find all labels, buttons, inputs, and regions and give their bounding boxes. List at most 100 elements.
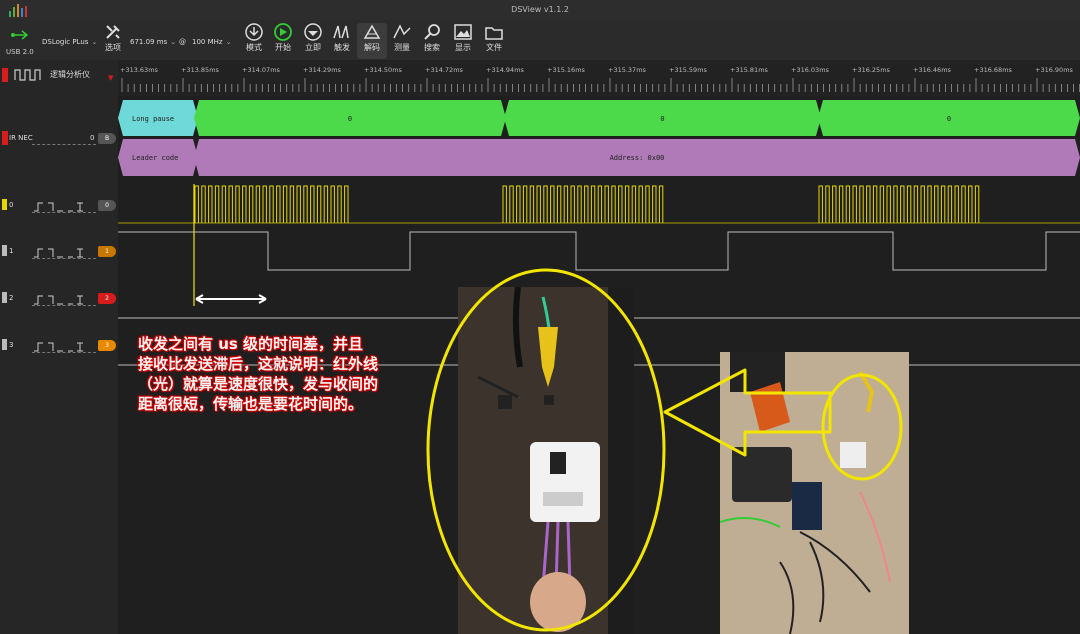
analyzer-marker [2, 68, 8, 82]
ruler-label: +313.85ms [181, 66, 219, 74]
play-icon [274, 23, 292, 41]
file-button[interactable]: 文件 [479, 23, 509, 59]
title-bar: DSView v1.1.2 [0, 0, 1080, 20]
chevron-down-icon: ⌄ [170, 38, 177, 46]
channel-trigger-badge[interactable]: 1 [98, 246, 116, 257]
ruler-label: +315.16ms [547, 66, 585, 74]
toolbar: USB 2.0 DSLogic PLus ⌄ 选项 671.09 ms ⌄ @ 10… [0, 20, 1080, 61]
channel-trigger-badge[interactable]: 0 [98, 200, 116, 211]
channel-marker [2, 199, 7, 210]
delay-measure-arrow [195, 294, 267, 304]
channel-index: 1 [9, 247, 14, 255]
instant-label: 立即 [305, 43, 321, 52]
search-label: 搜索 [424, 43, 440, 52]
ruler-label: +314.50ms [364, 66, 402, 74]
decoder-channel: 0 [90, 134, 95, 142]
mode-button[interactable]: 模式 [239, 23, 269, 59]
channel-index: 2 [9, 294, 14, 302]
decoder-badge[interactable]: B [98, 133, 116, 144]
ruler-label: +314.94ms [486, 66, 524, 74]
display-label: 显示 [455, 43, 471, 52]
search-button[interactable]: 搜索 [417, 23, 447, 59]
trigger-edge-icon[interactable] [33, 244, 95, 263]
image-icon [454, 24, 472, 40]
channel-underline [32, 305, 96, 306]
wrench-icon [106, 25, 120, 39]
channel-index: 3 [9, 341, 14, 349]
decode-button[interactable]: 解码 [357, 23, 387, 59]
collapse-arrow-icon[interactable]: ▼ [108, 74, 113, 82]
decode-icon [363, 24, 381, 39]
chevron-down-icon: ⌄ [225, 38, 232, 46]
trigger-icon [333, 25, 349, 39]
sample-depth-select[interactable]: 671.09 ms ⌄ [130, 35, 176, 49]
channel-0-burst [502, 185, 664, 223]
trigger-edge-icon[interactable] [33, 338, 95, 357]
ruler-label: +316.90ms [1035, 66, 1073, 74]
channel-marker [2, 245, 7, 256]
decoder-marker [2, 131, 8, 145]
analyzer-label: 逻辑分析仪 [50, 70, 90, 79]
channel-trigger-badge[interactable]: 3 [98, 340, 116, 351]
photo-receiver-module [458, 287, 634, 634]
at-sign: @ [179, 38, 186, 46]
decode-label-bit: 0 [660, 115, 664, 123]
folder-icon [485, 27, 503, 40]
ruler-label: +313.63ms [120, 66, 158, 74]
ruler-label: +315.59ms [669, 66, 707, 74]
channel-trigger-badge[interactable]: 2 [98, 293, 116, 304]
measure-label: 测量 [394, 43, 410, 52]
channel-0-burst [194, 185, 349, 223]
search-icon [424, 24, 440, 40]
mode-icon [245, 23, 263, 41]
decoder-name: IR NEC [9, 134, 33, 142]
logic-analyzer-icon [14, 67, 44, 86]
channel-0-burst [818, 185, 980, 223]
decode-label-address: Address: 0x00 [610, 154, 665, 162]
ruler-label: +316.46ms [913, 66, 951, 74]
channel-underline [32, 352, 96, 353]
ruler-label: +314.07ms [242, 66, 280, 74]
instant-button[interactable]: 立即 [298, 23, 328, 59]
ruler-label: +316.68ms [974, 66, 1012, 74]
app-logo-icon [8, 2, 28, 18]
annotation-text: 收发之间有 us 级的时间差，并且接收比发送滞后，这就说明：红外线（光）就算是速… [138, 335, 379, 413]
device-name: DSLogic PLus [42, 38, 89, 46]
decoder-underline [32, 144, 96, 145]
ruler-label: +316.03ms [791, 66, 829, 74]
sample-depth-value: 671.09 ms [130, 38, 168, 46]
trigger-button[interactable]: 触发 [327, 23, 357, 59]
ruler-label: +316.25ms [852, 66, 890, 74]
channel-marker [2, 339, 7, 350]
ruler-label: +314.72ms [425, 66, 463, 74]
options-label: 选项 [105, 43, 121, 52]
start-button[interactable]: 开始 [268, 23, 298, 59]
device-select[interactable]: DSLogic PLus ⌄ [42, 35, 97, 49]
display-button[interactable]: 显示 [448, 23, 478, 59]
measure-button[interactable]: 测量 [387, 23, 417, 59]
options-button[interactable]: 选项 [98, 23, 128, 59]
instant-icon [304, 23, 322, 41]
channel-marker [2, 292, 7, 303]
chevron-down-icon: ⌄ [91, 38, 98, 46]
sample-rate-select[interactable]: 100 MHz ⌄ [192, 35, 231, 49]
trigger-edge-icon[interactable] [33, 198, 95, 217]
decode-label-bit: 0 [348, 115, 352, 123]
usb-icon [10, 26, 30, 45]
decode-label-bit: 0 [947, 115, 951, 123]
channel-index: 0 [9, 201, 14, 209]
sample-rate-value: 100 MHz [192, 38, 223, 46]
file-label: 文件 [486, 43, 502, 52]
time-ruler[interactable]: +313.63ms +313.85ms +314.07ms +314.29ms +314… [118, 60, 1080, 97]
channel-1-wave [118, 231, 1080, 271]
app-title: DSView v1.1.2 [511, 5, 569, 14]
ruler-label: +315.81ms [730, 66, 768, 74]
ruler-label: +315.37ms [608, 66, 646, 74]
ruler-label: +314.29ms [303, 66, 341, 74]
start-label: 开始 [275, 43, 291, 52]
photo-test-setup [720, 352, 909, 634]
trigger-edge-icon[interactable] [33, 291, 95, 310]
decode-label-leader: Leader code [132, 154, 178, 162]
decode-label-long-pause: Long pause [132, 115, 174, 123]
channel-underline [32, 258, 96, 259]
